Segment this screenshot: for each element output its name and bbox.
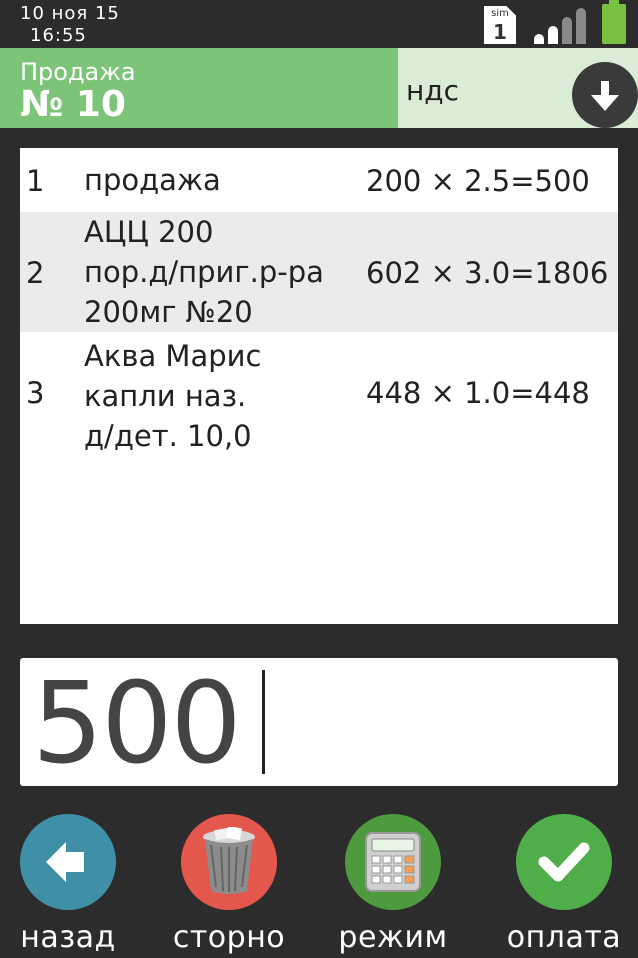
pay-label: оплата [506, 920, 622, 955]
receipt-item[interactable]: 2 АЦЦ 200 пор.д/приг.р-ра 200мг №20 602 … [20, 212, 618, 332]
status-bar: 10 ноя 15 16:55 sim 1 [0, 0, 638, 48]
sim-label: sim [491, 8, 509, 19]
receipt-number: № 10 [20, 84, 126, 125]
item-calc: 602 × 3.0=1806 [366, 256, 609, 290]
item-number: 1 [26, 164, 45, 198]
status-date: 10 ноя 15 [20, 3, 120, 24]
storno-label: сторно [172, 920, 286, 955]
item-name: продажа [84, 163, 221, 197]
amount-input[interactable]: 500 [20, 658, 618, 786]
operation-type: Продажа [20, 58, 136, 86]
tax-label: ндс [406, 74, 460, 107]
trash-icon [181, 814, 277, 910]
checkmark-icon [516, 814, 612, 910]
receipt-item[interactable]: 1 продажа 200 × 2.5=500 [20, 148, 618, 212]
sim-icon: sim 1 [484, 6, 516, 44]
receipt-header: Продажа № 10 ндс [0, 48, 638, 128]
mode-label: режим [338, 920, 448, 955]
storno-button[interactable]: сторно [169, 814, 289, 955]
signal-strength-icon [530, 8, 590, 44]
item-number: 3 [26, 376, 45, 410]
receipt-torn-edge [20, 612, 618, 622]
mode-button[interactable]: режим [333, 814, 453, 955]
screen: 10 ноя 15 16:55 sim 1 Продажа № 10 ндс 1… [0, 0, 638, 958]
text-caret [262, 670, 265, 774]
item-name: Аква Марис капли наз. д/дет. 10,0 [84, 339, 262, 453]
amount-value: 500 [32, 659, 242, 789]
arrow-left-icon [20, 814, 116, 910]
receipt-title-panel: Продажа № 10 [0, 48, 398, 128]
battery-icon [602, 4, 626, 44]
arrow-down-icon [572, 62, 638, 128]
item-calc: 448 × 1.0=448 [366, 376, 590, 410]
back-button[interactable]: назад [8, 814, 128, 955]
receipt-item[interactable]: 3 Аква Марис капли наз. д/дет. 10,0 448 … [20, 332, 618, 456]
item-calc: 200 × 2.5=500 [366, 164, 590, 198]
status-time: 16:55 [30, 25, 87, 46]
sim-number: 1 [493, 20, 507, 44]
receipt-list[interactable]: 1 продажа 200 × 2.5=500 2 АЦЦ 200 пор.д/… [20, 148, 618, 624]
item-name: АЦЦ 200 пор.д/приг.р-ра 200мг №20 [84, 215, 324, 329]
back-label: назад [20, 920, 116, 955]
tax-dropdown-button[interactable] [572, 62, 638, 128]
calculator-icon [345, 814, 441, 910]
pay-button[interactable]: оплата [504, 814, 624, 955]
item-number: 2 [26, 256, 45, 290]
